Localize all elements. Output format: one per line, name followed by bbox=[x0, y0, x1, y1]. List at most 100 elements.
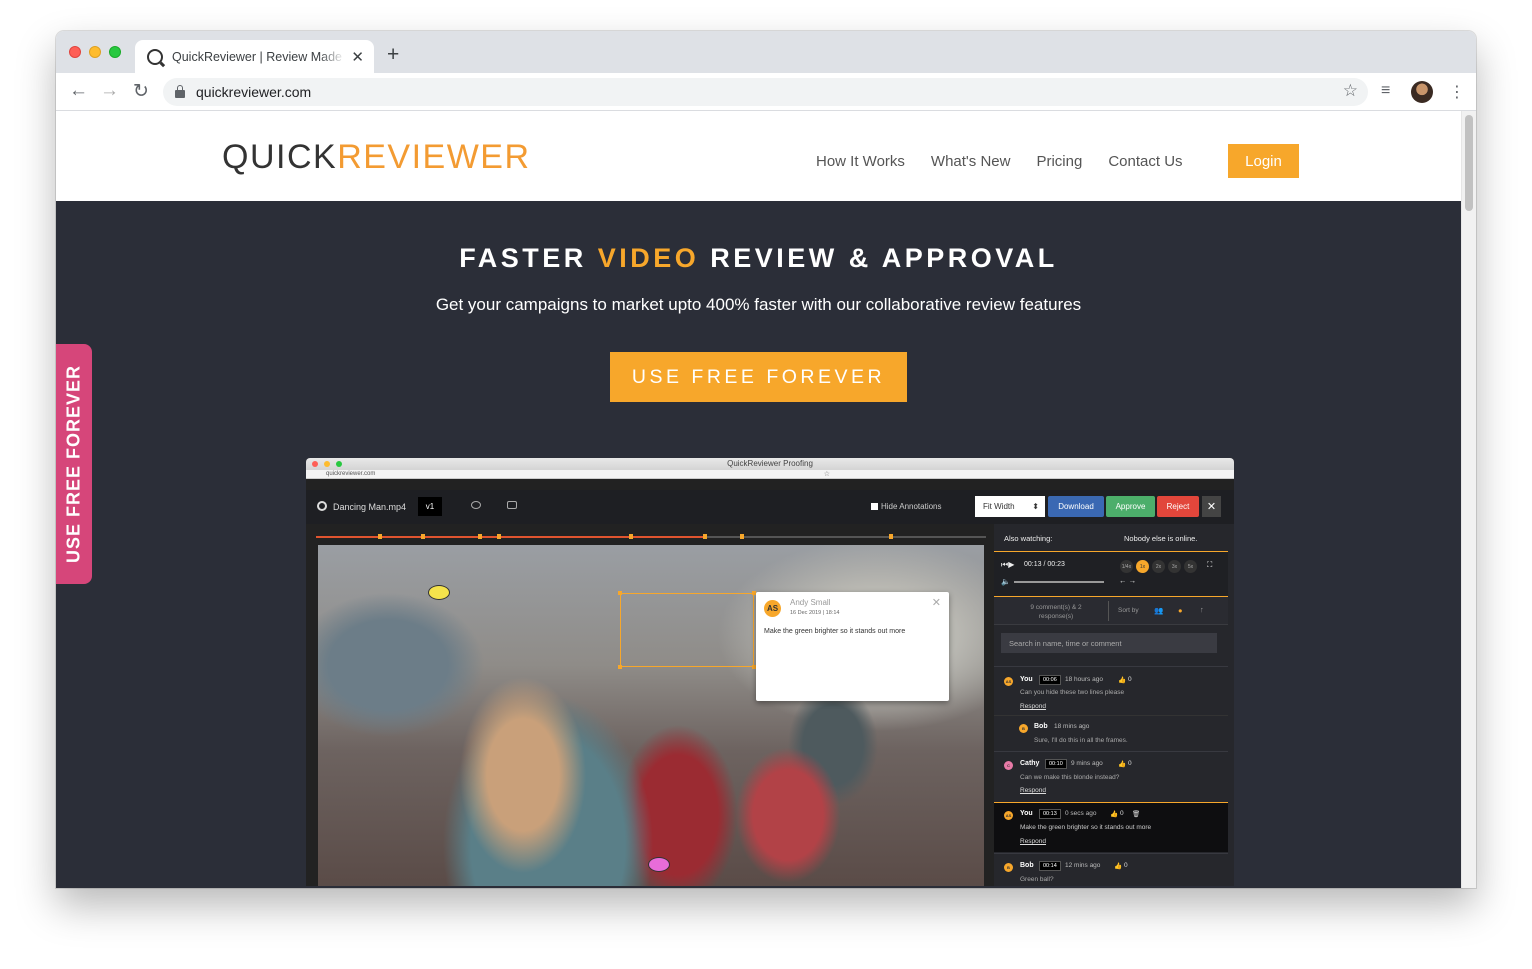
use-free-forever-button[interactable]: USE FREE FOREVER bbox=[610, 352, 907, 402]
hide-annotations-checkbox[interactable] bbox=[871, 503, 878, 510]
profile-avatar[interactable] bbox=[1411, 81, 1433, 103]
volume-slider[interactable] bbox=[1014, 581, 1104, 583]
annotation-bubble-icon[interactable] bbox=[648, 857, 670, 872]
comment-marker[interactable] bbox=[421, 534, 425, 539]
commenter-avatar: AS bbox=[764, 600, 781, 617]
sort-time-icon[interactable]: ● bbox=[1178, 606, 1183, 615]
comment-timecode[interactable]: 00:14 bbox=[1039, 861, 1061, 871]
browser-tab[interactable]: QuickReviewer | Review Made Easy ✕ bbox=[135, 40, 374, 73]
like-icon[interactable]: 👍 bbox=[1110, 810, 1118, 818]
nav-contact-us[interactable]: Contact Us bbox=[1108, 153, 1182, 170]
comment-marker[interactable] bbox=[629, 534, 633, 539]
player-controls: ⏮▶ 00:13 / 00:23 1/4x 1x 2x 3x 5x ⛶ 🔈 ← … bbox=[994, 551, 1228, 597]
arrow-right-icon[interactable]: → bbox=[100, 80, 119, 102]
comment-body: Make the green brighter so it stands out… bbox=[1020, 824, 1152, 831]
annotation-bubble-icon[interactable] bbox=[428, 585, 450, 600]
respond-link[interactable]: Respond bbox=[1020, 703, 1046, 710]
comments-panel: Also watching: Nobody else is online. ⏮▶… bbox=[994, 524, 1234, 888]
comment-body: Green ball? bbox=[1020, 876, 1054, 883]
resize-handle[interactable] bbox=[618, 591, 622, 595]
nav-pricing[interactable]: Pricing bbox=[1036, 153, 1082, 170]
comment-marker[interactable] bbox=[740, 534, 744, 539]
comment-item[interactable]: C Cathy 00:10 9 mins ago 👍 0 Can we make… bbox=[994, 751, 1228, 801]
comment-marker[interactable] bbox=[703, 534, 707, 539]
nav-how-it-works[interactable]: How It Works bbox=[816, 153, 905, 170]
video-timeline[interactable] bbox=[316, 534, 986, 539]
address-bar[interactable]: quickreviewer.com ☆ bbox=[163, 78, 1368, 106]
volume-icon[interactable]: 🔈 bbox=[1001, 577, 1010, 586]
trash-icon[interactable]: 🗑 bbox=[1132, 810, 1140, 818]
comment-age: 18 mins ago bbox=[1054, 723, 1090, 730]
comment-item[interactable]: B Bob 00:14 12 mins ago 👍 0 Green ball? bbox=[994, 853, 1228, 888]
sort-users-icon[interactable]: 👥 bbox=[1154, 606, 1163, 615]
resize-handle[interactable] bbox=[618, 665, 622, 669]
kebab-menu-icon[interactable]: ⋮ bbox=[1449, 82, 1465, 102]
login-button[interactable]: Login bbox=[1228, 144, 1299, 178]
comment-item-active[interactable]: AS You 00:13 0 secs ago 👍 0 🗑 Make the g… bbox=[994, 802, 1228, 852]
comment-avatar: C bbox=[1004, 761, 1013, 770]
scrollbar-thumb[interactable] bbox=[1465, 115, 1473, 211]
comment-avatar: AS bbox=[1004, 677, 1013, 686]
comment-marker[interactable] bbox=[478, 534, 482, 539]
comment-stats: 9 comment(s) & 2 response(s) Sort by 👥 ●… bbox=[994, 597, 1228, 625]
comment-tool-icon[interactable] bbox=[471, 501, 481, 509]
timeline-progress bbox=[316, 536, 706, 538]
annotation-rectangle[interactable] bbox=[618, 591, 756, 669]
comment-item[interactable]: AS You 00:06 18 hours ago 👍 0 Can you hi… bbox=[994, 666, 1228, 715]
rectangle-tool-icon[interactable] bbox=[507, 501, 517, 509]
nav-whats-new[interactable]: What's New bbox=[931, 153, 1011, 170]
speed-3x[interactable]: 3x bbox=[1168, 560, 1181, 573]
comment-timecode[interactable]: 00:06 bbox=[1039, 675, 1061, 685]
star-icon[interactable]: ☆ bbox=[1343, 81, 1358, 101]
comment-author: Cathy bbox=[1020, 760, 1040, 767]
comment-marker[interactable] bbox=[497, 534, 501, 539]
like-icon[interactable]: 👍 bbox=[1114, 862, 1122, 870]
maximize-window-icon[interactable] bbox=[109, 46, 121, 58]
logo-quick: QUICK bbox=[222, 138, 338, 176]
fit-width-select[interactable]: Fit Width bbox=[975, 496, 1045, 517]
respond-link[interactable]: Respond bbox=[1020, 838, 1046, 845]
comment-body: Sure, I'll do this in all the frames. bbox=[1034, 737, 1128, 744]
close-icon[interactable]: ✕ bbox=[932, 596, 941, 609]
close-window-icon[interactable] bbox=[69, 46, 81, 58]
reject-button[interactable]: Reject bbox=[1157, 496, 1199, 517]
play-icon[interactable]: ⏮▶ bbox=[1001, 560, 1014, 570]
site-logo[interactable]: QUICK REVIEWER bbox=[222, 138, 531, 177]
comment-search-input[interactable]: Search in name, time or comment bbox=[1001, 633, 1217, 653]
commenter-name: Andy Small bbox=[790, 598, 831, 607]
comment-popup: AS Andy Small 16 Dec 2019 | 18:14 ✕ Make… bbox=[756, 592, 949, 701]
reply-item[interactable]: B Bob 18 mins ago Sure, I'll do this in … bbox=[994, 715, 1228, 751]
respond-link[interactable]: Respond bbox=[1020, 787, 1046, 794]
download-button[interactable]: Download bbox=[1048, 496, 1104, 517]
prev-next-icon[interactable]: ← → bbox=[1119, 576, 1136, 585]
speed-quarter[interactable]: 1/4x bbox=[1120, 560, 1133, 573]
comment-marker[interactable] bbox=[889, 534, 893, 539]
favicon-icon bbox=[147, 48, 163, 65]
sort-direction-icon[interactable]: ↑ bbox=[1200, 605, 1204, 614]
like-icon[interactable]: 👍 bbox=[1118, 676, 1126, 684]
comment-timecode[interactable]: 00:13 bbox=[1039, 809, 1061, 819]
fullscreen-icon[interactable]: ⛶ bbox=[1207, 560, 1212, 570]
hero-title-accent: VIDEO bbox=[597, 243, 700, 273]
like-icon[interactable]: 👍 bbox=[1118, 760, 1126, 768]
comment-timecode[interactable]: 00:10 bbox=[1045, 759, 1067, 769]
comment-marker[interactable] bbox=[378, 534, 382, 539]
page-bottom-strip bbox=[119, 886, 1398, 888]
minimize-window-icon[interactable] bbox=[89, 46, 101, 58]
page-scrollbar[interactable] bbox=[1461, 111, 1476, 888]
close-viewer-button[interactable]: ✕ bbox=[1202, 496, 1221, 517]
speed-1x[interactable]: 1x bbox=[1136, 560, 1149, 573]
side-cta-tab[interactable]: USE FREE FOREVER bbox=[56, 344, 92, 584]
reload-icon[interactable]: ↻ bbox=[133, 80, 149, 103]
arrow-left-icon[interactable]: ← bbox=[69, 80, 88, 102]
speed-2x[interactable]: 2x bbox=[1152, 560, 1165, 573]
media-control-icon[interactable]: ≡ bbox=[1381, 82, 1390, 100]
tab-close-icon[interactable]: ✕ bbox=[351, 48, 364, 66]
speed-5x[interactable]: 5x bbox=[1184, 560, 1197, 573]
new-tab-button[interactable]: + bbox=[387, 43, 399, 67]
hide-annotations-toggle[interactable]: Hide Annotations bbox=[871, 502, 942, 511]
approve-button[interactable]: Approve bbox=[1106, 496, 1155, 517]
version-badge[interactable]: v1 bbox=[418, 497, 442, 516]
like-count: 0 bbox=[1128, 760, 1132, 767]
app-star-icon: ☆ bbox=[823, 471, 830, 478]
